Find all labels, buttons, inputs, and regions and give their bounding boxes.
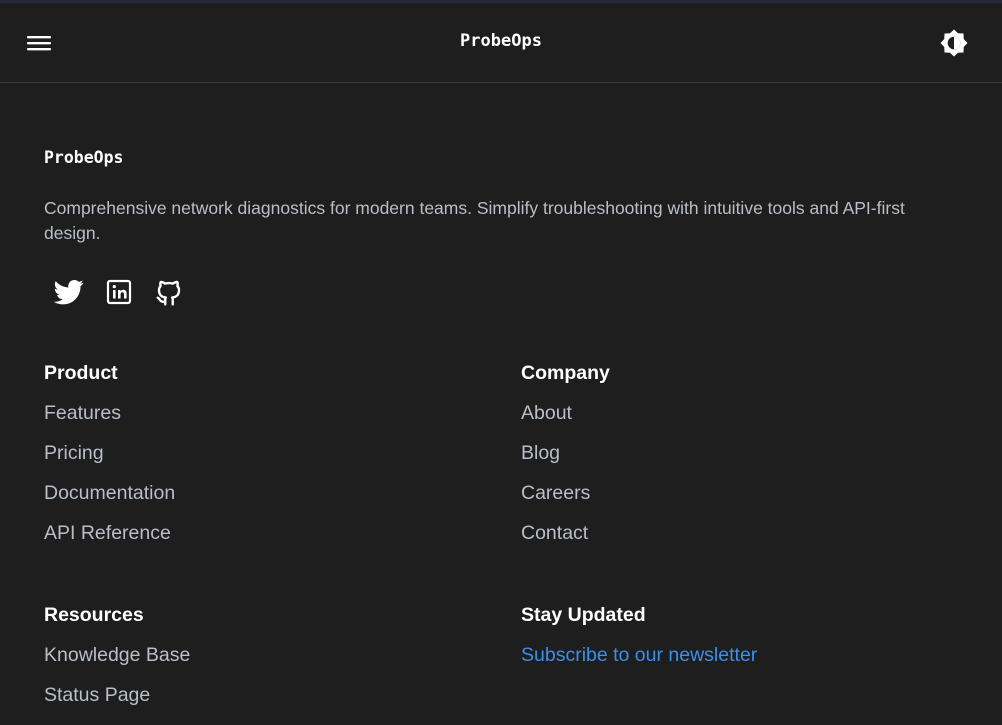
- app-title: ProbeOps: [460, 31, 542, 51]
- github-link[interactable]: [154, 277, 184, 307]
- subscribe-newsletter-link[interactable]: Subscribe to our newsletter: [521, 644, 757, 666]
- about-link[interactable]: About: [521, 402, 572, 424]
- product-heading: Product: [44, 362, 118, 384]
- footer-tagline: Comprehensive network diagnostics for mo…: [44, 198, 905, 243]
- linkedin-link[interactable]: [104, 277, 134, 307]
- resources-links: Resources Knowledge Base Status Page: [44, 602, 464, 708]
- github-icon: [156, 280, 181, 306]
- company-links: Company About Blog Careers Contact: [521, 360, 941, 546]
- linkedin-icon: [106, 279, 132, 305]
- footer-brand: ProbeOps: [44, 148, 124, 167]
- resources-heading: Resources: [44, 604, 144, 626]
- twitter-link[interactable]: [53, 277, 84, 307]
- contact-link[interactable]: Contact: [521, 522, 588, 544]
- company-heading: Company: [521, 362, 610, 384]
- newsletter-heading: Stay Updated: [521, 604, 646, 626]
- theme-toggle-button[interactable]: [939, 28, 969, 58]
- documentation-link[interactable]: Documentation: [44, 482, 175, 504]
- twitter-icon: [53, 280, 84, 305]
- api-reference-link[interactable]: API Reference: [44, 522, 171, 544]
- brightness-toggle-icon: [940, 29, 968, 57]
- pricing-link[interactable]: Pricing: [44, 442, 104, 464]
- features-link[interactable]: Features: [44, 402, 121, 424]
- newsletter-section: Stay Updated Subscribe to our newsletter: [521, 602, 941, 668]
- product-links: Product Features Pricing Documentation A…: [44, 360, 464, 546]
- careers-link[interactable]: Careers: [521, 482, 590, 504]
- hamburger-menu-icon: [27, 36, 51, 51]
- knowledge-base-link[interactable]: Knowledge Base: [44, 644, 190, 666]
- blog-link[interactable]: Blog: [521, 442, 560, 464]
- top-navbar: ProbeOps: [0, 3, 1002, 83]
- hamburger-menu-button[interactable]: [26, 31, 52, 55]
- status-page-link[interactable]: Status Page: [44, 684, 150, 706]
